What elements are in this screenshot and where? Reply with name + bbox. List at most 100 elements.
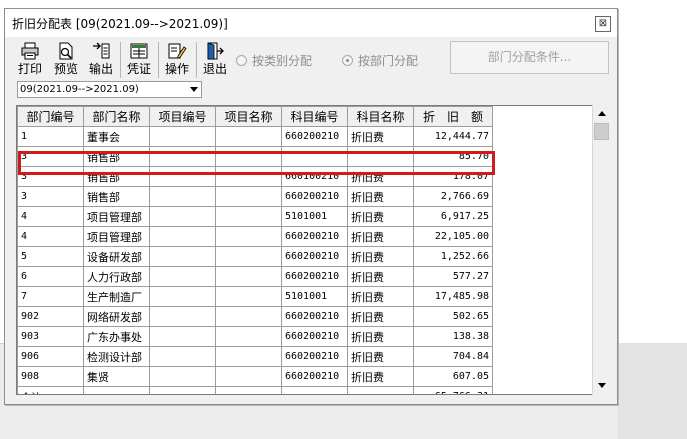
- table-cell: [347, 146, 414, 167]
- table-cell: 3: [17, 186, 84, 207]
- table-cell: 1,252.66: [413, 246, 493, 267]
- period-value: 09(2021.09-->2021.09): [20, 84, 139, 95]
- table-cell: [215, 346, 282, 367]
- table-row[interactable]: 6 人力行政部 660200210 折旧费 577.27: [17, 266, 493, 287]
- voucher-button[interactable]: 凭证: [124, 40, 154, 78]
- table-cell: 设备研发部: [83, 246, 150, 267]
- table-cell: [281, 146, 348, 167]
- table-row[interactable]: 3 销售部 660200210 折旧费 2,766.69: [17, 186, 493, 207]
- table-cell: [215, 366, 282, 387]
- table-cell: [149, 366, 216, 387]
- preview-button[interactable]: 预览: [50, 40, 82, 78]
- table-row[interactable]: 4 项目管理部 5101001 折旧费 6,917.25: [17, 206, 493, 227]
- chevron-down-icon: [190, 87, 198, 92]
- period-select[interactable]: 09(2021.09-->2021.09): [17, 81, 202, 98]
- table-row[interactable]: 1 董事会 660200210 折旧费 12,444.77: [17, 126, 493, 147]
- column-header[interactable]: 项目编号: [149, 106, 216, 127]
- column-header[interactable]: 折 旧 额: [413, 106, 493, 127]
- print-button[interactable]: 打印: [14, 40, 46, 78]
- table-cell: [215, 126, 282, 147]
- radio-dot-checked: [342, 55, 353, 66]
- table-cell: 网络研发部: [83, 306, 150, 327]
- table-cell: [215, 386, 282, 394]
- column-header[interactable]: 项目名称: [215, 106, 282, 127]
- table-row[interactable]: 5 设备研发部 660200210 折旧费 1,252.66: [17, 246, 493, 267]
- table-cell: 22,105.00: [413, 226, 493, 247]
- table-cell: 660200210: [281, 346, 348, 367]
- table-cell: 138.38: [413, 326, 493, 347]
- table-row[interactable]: 906 检测设计部 660200210 折旧费 704.84: [17, 346, 493, 367]
- background-app-area-right: [618, 343, 687, 439]
- column-header[interactable]: 科目编号: [281, 106, 348, 127]
- voucher-label: 凭证: [126, 62, 151, 76]
- allocation-grid[interactable]: 部门编号 部门名称 项目编号 项目名称 科目编号 科目名称折 旧 额 1 董事会 660200…: [16, 105, 609, 395]
- table-cell: 607.05: [413, 366, 493, 387]
- table-cell: [149, 326, 216, 347]
- table-cell: 董事会: [83, 126, 150, 147]
- vertical-scrollbar[interactable]: [592, 105, 609, 395]
- table-cell: [215, 166, 282, 187]
- table-cell: [215, 266, 282, 287]
- table-row[interactable]: 7 生产制造厂 5101001 折旧费 17,485.98: [17, 286, 493, 307]
- table-row[interactable]: 908 集贤 660200210 折旧费 607.05: [17, 366, 493, 387]
- period-dropdown-arrow[interactable]: [157, 82, 201, 97]
- table-row[interactable]: 902 网络研发部 660200210 折旧费 502.65: [17, 306, 493, 327]
- table-cell: 660100210: [281, 166, 348, 187]
- table-cell: 生产制造厂: [83, 286, 150, 307]
- table-cell: [215, 206, 282, 227]
- radio-by-department-label: 按部门分配: [358, 54, 419, 68]
- scroll-thumb[interactable]: [594, 123, 609, 140]
- radio-by-category[interactable]: 按类别分配: [236, 52, 312, 69]
- table-cell: [83, 386, 150, 394]
- column-header[interactable]: 科目名称: [347, 106, 414, 127]
- table-cell: 660200210: [281, 126, 348, 147]
- table-cell: 折旧费: [347, 266, 414, 287]
- table-header-row: 部门编号 部门名称 项目编号 项目名称 科目编号 科目名称折 旧 额: [17, 106, 493, 127]
- table-cell: 65,766.31: [413, 386, 493, 394]
- table-cell: 折旧费: [347, 206, 414, 227]
- table-cell: 660200210: [281, 306, 348, 327]
- operate-button[interactable]: 操作: [162, 40, 192, 78]
- operate-label: 操作: [164, 62, 189, 76]
- table-cell: [215, 146, 282, 167]
- radio-by-department[interactable]: 按部门分配: [342, 52, 418, 69]
- export-button[interactable]: 输出: [86, 40, 116, 78]
- table-cell: 660200210: [281, 326, 348, 347]
- printer-icon: [21, 42, 39, 60]
- table-cell: [281, 386, 348, 394]
- export-label: 输出: [88, 62, 113, 76]
- column-header[interactable]: 部门名称: [83, 106, 150, 127]
- table-cell: 折旧费: [347, 126, 414, 147]
- department-condition-button[interactable]: 部门分配条件...: [450, 41, 609, 74]
- table-cell: 折旧费: [347, 226, 414, 247]
- table-row[interactable]: 903 广东办事处 660200210 折旧费 138.38: [17, 326, 493, 347]
- table-cell: 7: [17, 286, 84, 307]
- total-row[interactable]: 合计 65,766.31: [17, 386, 493, 394]
- preview-label: 预览: [53, 62, 78, 76]
- table-cell: 577.27: [413, 266, 493, 287]
- table-cell: [149, 206, 216, 227]
- table-cell: 660200210: [281, 266, 348, 287]
- table-cell: 3: [17, 146, 84, 167]
- scroll-down-button[interactable]: [594, 378, 609, 394]
- table-cell: [215, 286, 282, 307]
- table-cell: [215, 186, 282, 207]
- scroll-up-button[interactable]: [594, 106, 609, 122]
- column-header[interactable]: 部门编号: [17, 106, 84, 127]
- table-cell: 17,485.98: [413, 286, 493, 307]
- table-row[interactable]: 3 销售部 85.70: [17, 146, 493, 167]
- table-row[interactable]: 4 项目管理部 660200210 折旧费 22,105.00: [17, 226, 493, 247]
- table-cell: [149, 126, 216, 147]
- table-row[interactable]: 3 销售部 660100210 折旧费 178.07: [17, 166, 493, 187]
- table-cell: 项目管理部: [83, 226, 150, 247]
- table-cell: 906: [17, 346, 84, 367]
- exit-button[interactable]: 退出: [200, 40, 230, 78]
- table-cell: 检测设计部: [83, 346, 150, 367]
- table-cell: 折旧费: [347, 306, 414, 327]
- close-button[interactable]: ⊠: [595, 16, 611, 32]
- table-cell: 502.65: [413, 306, 493, 327]
- table-cell: 人力行政部: [83, 266, 150, 287]
- table-cell: 3: [17, 166, 84, 187]
- table-cell: [149, 166, 216, 187]
- toolbar-separator: [120, 42, 121, 78]
